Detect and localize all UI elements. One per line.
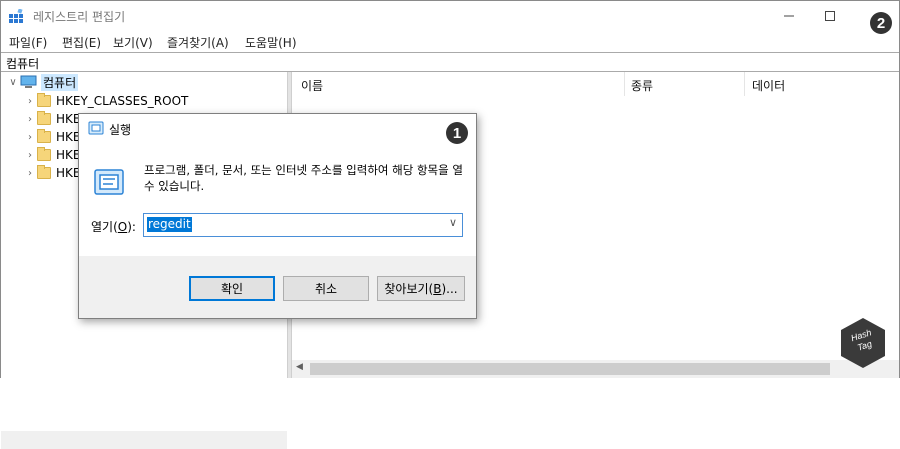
tree-scrollbar-area[interactable]	[1, 431, 287, 449]
maximize-icon	[825, 11, 835, 21]
run-icon	[88, 121, 104, 135]
cancel-button[interactable]: 취소	[283, 276, 369, 301]
hashtag-watermark-logo: Hash Tag	[840, 317, 886, 369]
tree-item[interactable]: › HKE	[23, 110, 80, 128]
column-header-name[interactable]: 이름	[301, 77, 323, 94]
folder-icon	[37, 111, 51, 125]
chevron-right-icon[interactable]: ›	[23, 96, 37, 107]
tree-root-computer[interactable]: ∨ 컴퓨터	[6, 73, 79, 91]
dropdown-chevron-icon[interactable]: ∨	[449, 216, 457, 229]
folder-icon	[37, 165, 51, 179]
tree-item-label: HKE	[56, 166, 81, 180]
scrollbar-thumb[interactable]	[310, 363, 830, 375]
menu-view[interactable]: 보기(V)	[113, 34, 153, 51]
computer-icon	[20, 75, 37, 88]
address-bar[interactable]: 컴퓨터	[1, 52, 899, 72]
minimize-icon	[784, 15, 794, 17]
folder-icon	[37, 93, 51, 107]
registry-editor-app-icon	[9, 9, 23, 23]
menu-edit[interactable]: 편집(E)	[62, 34, 101, 51]
column-header-type[interactable]: 종류	[631, 77, 653, 94]
window-title: 레지스트리 편집기	[33, 10, 126, 24]
folder-icon	[37, 129, 51, 143]
tree-item-label: HKE	[56, 148, 81, 162]
run-dialog: 실행 1 프로그램, 폴더, 문서, 또는 인터넷 주소를 입력하여 해당 항목…	[78, 113, 477, 319]
chevron-down-icon[interactable]: ∨	[6, 77, 20, 88]
browse-button[interactable]: 찾아보기(B)...	[377, 276, 465, 301]
tree-item-label: HKE	[56, 112, 81, 126]
open-label: 열기(O):	[91, 220, 136, 234]
chevron-right-icon[interactable]: ›	[23, 114, 37, 125]
open-input-value[interactable]: regedit	[147, 217, 192, 232]
run-dialog-title: 실행	[109, 123, 132, 137]
column-divider[interactable]	[624, 72, 625, 96]
menu-file[interactable]: 파일(F)	[9, 34, 47, 51]
annotation-badge-1: 1	[446, 122, 468, 144]
tree-item[interactable]: › HKEY_CLASSES_ROOT	[23, 92, 188, 110]
run-large-icon	[94, 169, 124, 195]
address-text: 컴퓨터	[6, 57, 40, 71]
tree-item[interactable]: › HKE	[23, 146, 80, 164]
column-header-data[interactable]: 데이터	[752, 77, 785, 94]
menu-favorites[interactable]: 즐겨찾기(A)	[167, 34, 229, 51]
tree-item-label: HKEY_CLASSES_ROOT	[56, 94, 189, 108]
ok-button[interactable]: 확인	[189, 276, 275, 301]
maximize-button[interactable]	[807, 1, 853, 31]
tree-item[interactable]: › HKE	[23, 164, 80, 182]
tree-item[interactable]: › HKE	[23, 128, 80, 146]
menu-help[interactable]: 도움말(H)	[245, 34, 297, 51]
registry-editor-window: 레지스트리 편집기 2 파일(F) 편집(E) 보기(V) 즐겨찾기(A) 도움…	[0, 0, 900, 449]
chevron-right-icon[interactable]: ›	[23, 150, 37, 161]
horizontal-scrollbar[interactable]: ◀	[292, 360, 899, 378]
chevron-right-icon[interactable]: ›	[23, 168, 37, 179]
folder-icon	[37, 147, 51, 161]
tree-root-label: 컴퓨터	[41, 73, 79, 91]
scroll-left-icon[interactable]: ◀	[296, 362, 303, 372]
minimize-button[interactable]	[766, 1, 812, 31]
run-dialog-description: 프로그램, 폴더, 문서, 또는 인터넷 주소를 입력하여 해당 항목을 열 수…	[144, 163, 463, 193]
title-bar: 레지스트리 편집기 2	[1, 1, 899, 34]
column-divider[interactable]	[744, 72, 745, 96]
menu-bar: 파일(F) 편집(E) 보기(V) 즐겨찾기(A) 도움말(H)	[1, 31, 899, 52]
open-input[interactable]: regedit ∨	[143, 213, 463, 237]
chevron-right-icon[interactable]: ›	[23, 132, 37, 143]
tree-item-label: HKE	[56, 130, 81, 144]
